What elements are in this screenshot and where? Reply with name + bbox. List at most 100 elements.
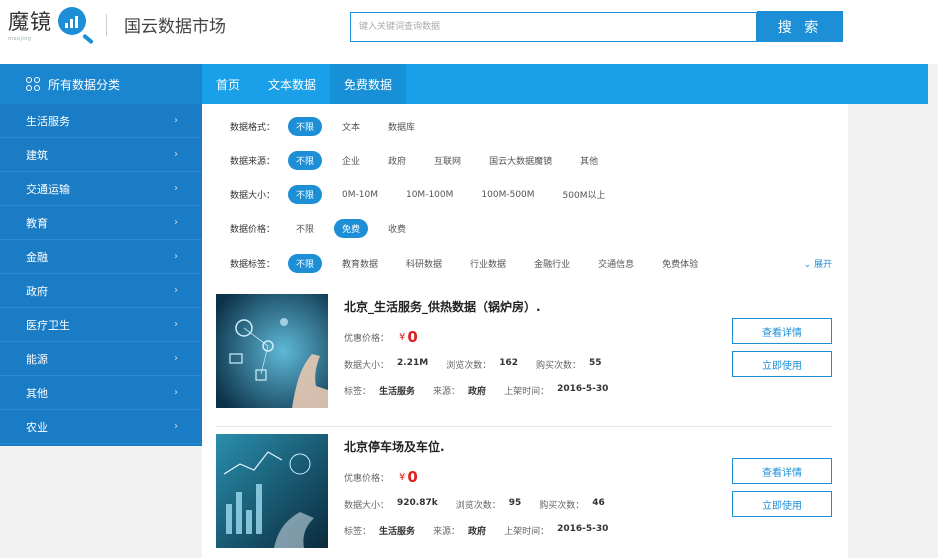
filter-option[interactable]: 交通信息 [590, 254, 642, 273]
expand-label: 展开 [813, 260, 832, 270]
use-now-button[interactable]: 立即使用 [732, 351, 832, 377]
size-value: 920.87k [397, 498, 438, 508]
filter-option[interactable]: 行业数据 [462, 254, 514, 273]
source-value: 政府 [468, 527, 487, 537]
chevron-right-icon: › [174, 421, 178, 432]
chevron-right-icon: › [174, 183, 178, 194]
dataset-title[interactable]: 北京停车场及车位. [344, 438, 445, 455]
chevron-right-icon: › [174, 353, 178, 364]
sidebar-item-life-services[interactable]: 生活服务 › [0, 104, 202, 138]
source-value: 政府 [468, 387, 487, 397]
buys-value: 55 [589, 358, 602, 368]
filter-option[interactable]: 不限 [288, 151, 323, 170]
size-label: 数据大小： [344, 361, 390, 371]
filter-option[interactable]: 互联网 [426, 151, 469, 170]
filter-option[interactable]: 数据库 [380, 117, 423, 136]
buys-label: 购买次数： [539, 501, 585, 511]
chevron-right-icon: › [174, 115, 178, 126]
filter-option[interactable]: 金融行业 [526, 254, 578, 273]
tag-value: 生活服务 [379, 527, 416, 537]
filter-option[interactable]: 其他 [572, 151, 606, 170]
date-value: 2016-5-30 [557, 524, 609, 534]
nav-free-data[interactable]: 免费数据 [330, 64, 407, 104]
logo-text: 魔镜 [8, 10, 52, 34]
view-details-button[interactable]: 查看详情 [732, 318, 832, 344]
nav-home[interactable]: 首页 [202, 64, 254, 104]
filter-option[interactable]: 不限 [288, 219, 322, 238]
chevron-down-icon: ⌄ [803, 260, 812, 270]
size-label: 数据大小： [344, 501, 390, 511]
main-content: 数据格式： 不限 文本 数据库 数据来源： 不限 企业 政府 互联网 国云大数据… [202, 104, 848, 558]
grid-icon [26, 77, 40, 91]
search-input[interactable] [350, 12, 757, 42]
chevron-right-icon: › [174, 251, 178, 262]
dataset-thumbnail[interactable] [216, 294, 328, 408]
filter-size: 数据大小： 不限 0M-10M 10M-100M 100M-500M 500M以… [230, 185, 626, 204]
filter-price: 数据价格： 不限 免费 收费 [230, 219, 426, 238]
source-label: 来源： [433, 527, 461, 537]
filter-option[interactable]: 国云大数据魔镜 [481, 151, 560, 170]
sidebar-item-education[interactable]: 教育 › [0, 206, 202, 240]
chevron-right-icon: › [174, 319, 178, 330]
price-label: 优惠价格： [344, 473, 390, 484]
dataset-meta: 标签： 生活服务 来源： 政府 上架时间： 2016-5-30 [344, 384, 626, 397]
filter-option[interactable]: 10M-100M [398, 187, 461, 203]
logo[interactable]: 魔镜 [8, 6, 94, 45]
sidebar-item-label: 医疗卫生 [26, 318, 70, 332]
sidebar-item-agriculture[interactable]: 农业 › [0, 410, 202, 444]
filter-option[interactable]: 100M-500M [473, 187, 542, 203]
sidebar-item-label: 金融 [26, 250, 48, 264]
filter-option[interactable]: 免费 [334, 219, 369, 238]
chevron-right-icon: › [174, 285, 178, 296]
main-nav: 所有数据分类 首页 文本数据 免费数据 [0, 64, 928, 104]
expand-filters-button[interactable]: ⌄ 展开 [804, 257, 832, 270]
filter-option[interactable]: 0M-10M [334, 187, 386, 203]
sidebar-item-other[interactable]: 其他 › [0, 376, 202, 410]
logo-subtitle: moojing [8, 36, 32, 42]
sidebar-item-energy[interactable]: 能源 › [0, 342, 202, 376]
filter-option[interactable]: 不限 [288, 185, 323, 204]
all-categories-button[interactable]: 所有数据分类 [0, 64, 202, 104]
price-value: 0 [407, 328, 418, 346]
search-button[interactable]: 搜 索 [757, 11, 843, 42]
sidebar-item-label: 其他 [26, 386, 48, 400]
chevron-right-icon: › [174, 387, 178, 398]
chevron-right-icon: › [174, 149, 178, 160]
sidebar-item-construction[interactable]: 建筑 › [0, 138, 202, 172]
filter-option[interactable]: 企业 [334, 151, 368, 170]
tag-label: 标签： [344, 527, 372, 537]
price-currency: ¥ [399, 331, 406, 343]
buys-value: 46 [592, 498, 605, 508]
sidebar-item-transport[interactable]: 交通运输 › [0, 172, 202, 206]
sidebar-item-government[interactable]: 政府 › [0, 274, 202, 308]
source-label: 来源： [433, 387, 461, 397]
sidebar-item-healthcare[interactable]: 医疗卫生 › [0, 308, 202, 342]
header: 魔镜 moojing 国云数据市场 搜 索 [0, 0, 938, 64]
filter-option[interactable]: 500M以上 [555, 185, 614, 204]
filter-option[interactable]: 收费 [380, 219, 414, 238]
buys-label: 购买次数： [536, 361, 582, 371]
sidebar-item-label: 教育 [26, 216, 48, 230]
dataset-title[interactable]: 北京_生活服务_供热数据（锅炉房）. [344, 298, 541, 315]
filter-option[interactable]: 科研数据 [398, 254, 450, 273]
dataset-card: 北京_生活服务_供热数据（锅炉房）. 优惠价格： ¥ 0 数据大小： 2.21M … [216, 294, 832, 422]
sidebar-item-label: 建筑 [26, 148, 48, 162]
filter-option[interactable]: 免费体验 [654, 254, 706, 273]
sidebar-item-label: 生活服务 [26, 114, 70, 128]
dataset-thumbnail[interactable] [216, 434, 328, 548]
date-label: 上架时间： [504, 387, 550, 397]
all-categories-label: 所有数据分类 [48, 77, 121, 92]
dataset-stats: 数据大小： 2.21M 浏览次数： 162 购买次数： 55 [344, 358, 620, 371]
filter-option[interactable]: 不限 [288, 117, 323, 136]
nav-text-data[interactable]: 文本数据 [254, 64, 330, 104]
filter-option[interactable]: 不限 [288, 254, 323, 273]
use-now-button[interactable]: 立即使用 [732, 491, 832, 517]
filter-option[interactable]: 教育数据 [334, 254, 386, 273]
filter-format: 数据格式： 不限 文本 数据库 [230, 117, 435, 136]
sidebar-item-finance[interactable]: 金融 › [0, 240, 202, 274]
views-value: 95 [508, 498, 522, 508]
view-details-button[interactable]: 查看详情 [732, 458, 832, 484]
filter-label: 数据大小： [230, 191, 276, 201]
filter-option[interactable]: 政府 [380, 151, 414, 170]
filter-option[interactable]: 文本 [334, 117, 368, 136]
